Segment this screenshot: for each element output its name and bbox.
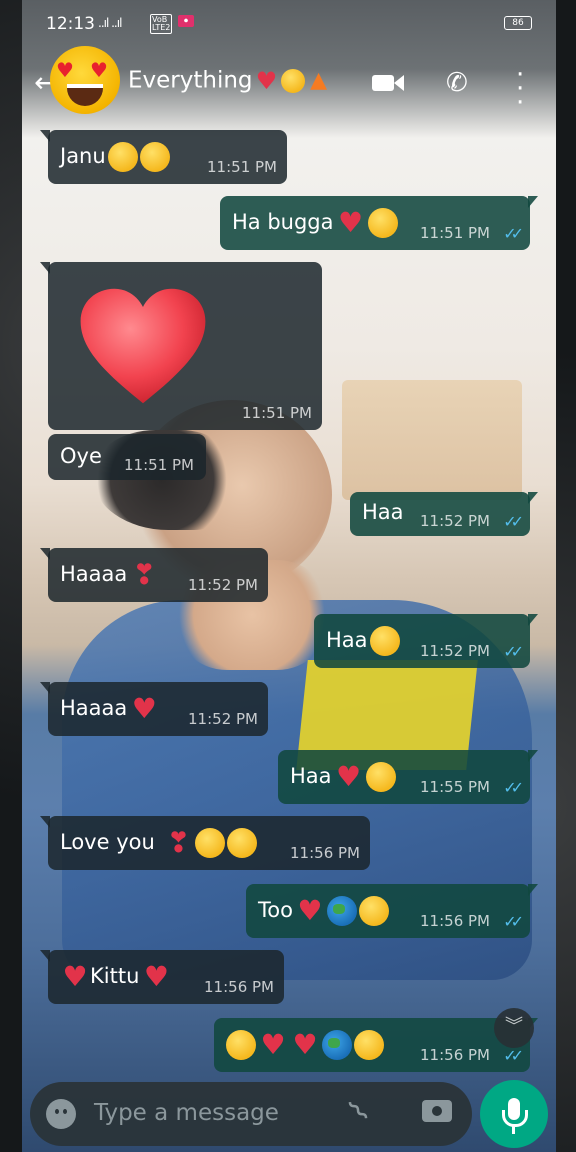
message-text: Haa [290, 764, 332, 788]
heart-icon: ♥ [297, 894, 323, 927]
read-ticks-icon: ✓✓ [503, 1046, 524, 1065]
message-incoming[interactable]: Janu 11:51 PM [40, 130, 287, 184]
face-blowing-kiss-icon [195, 828, 226, 858]
avatar[interactable]: ♥ ♥ [50, 46, 120, 114]
message-outgoing[interactable]: Too ♥ 11:56 PM ✓✓ [246, 884, 538, 938]
message-time: 11:52 PM [420, 512, 490, 530]
globe-icon [326, 896, 357, 926]
phone-icon[interactable]: ✆ [446, 68, 468, 98]
wallpaper-lamp [342, 380, 522, 500]
message-incoming[interactable]: Haaaa ♥ 11:52 PM [40, 682, 268, 736]
message-outgoing[interactable]: Haa 11:52 PM ✓✓ [350, 492, 538, 536]
read-ticks-icon: ✓✓ [503, 778, 524, 797]
message-text: Haaaa [60, 696, 128, 720]
contact-name[interactable]: Everything ♥ ▲ [128, 66, 331, 96]
heart-eyes-face-icon [367, 208, 398, 238]
message-time: 11:52 PM [188, 710, 258, 728]
more-vertical-icon[interactable]: · · · [516, 62, 524, 116]
message-time: 11:51 PM [420, 224, 490, 242]
fire-icon: ▲ [310, 68, 327, 93]
message-time: 11:56 PM [204, 978, 274, 996]
message-time: 11:56 PM [290, 844, 360, 862]
heart-exclamation-icon: ❣ [166, 826, 191, 859]
smile-mouth [67, 84, 103, 106]
emoji-icon[interactable] [46, 1099, 76, 1129]
message-text: Too [258, 898, 293, 922]
heart-icon: ♥ [255, 67, 278, 95]
camera-icon[interactable] [422, 1100, 452, 1122]
message-composer: Type a message ⌇ [30, 1082, 472, 1146]
contact-name-text: Everything [128, 67, 253, 94]
chat-header: ← ♥ ♥ Everything ♥ ▲ ✆ · · · [0, 46, 576, 118]
message-text: Haaaa [60, 562, 128, 586]
face-with-hand-over-mouth-icon [369, 626, 400, 656]
message-outgoing[interactable]: Haa ♥ 11:55 PM ✓✓ [278, 750, 538, 804]
heart-icon: ♥ [337, 206, 364, 239]
microphone-leg [512, 1126, 515, 1134]
heart-icon: ♥ [292, 1028, 318, 1061]
screen-record-icon: ⏺ [178, 15, 194, 27]
message-time: 11:52 PM [188, 576, 258, 594]
message-text: Kittu [90, 964, 140, 988]
signal-icon: ..ıl ..ıl [98, 16, 122, 30]
face-blowing-kiss-icon [226, 1030, 256, 1060]
message-time: 11:51 PM [242, 404, 312, 422]
heart-exclamation-icon: ❣ [132, 558, 156, 591]
message-incoming[interactable]: Love you ❣ 11:56 PM [40, 816, 370, 870]
message-time: 11:56 PM [420, 912, 490, 930]
message-time: 11:56 PM [420, 1046, 490, 1064]
smiling-face-with-hearts-icon [139, 142, 170, 172]
message-text: Ha bugga [232, 210, 334, 234]
heart-eye-icon: ♥ [90, 58, 108, 82]
read-ticks-icon: ✓✓ [503, 224, 524, 243]
battery-icon: 86 [504, 16, 532, 30]
status-bar: 12:13 ..ıl ..ıl VoB LTE2 ⏺ 86 [0, 0, 576, 46]
face-blowing-kiss-icon [354, 1030, 384, 1060]
read-ticks-icon: ✓✓ [503, 642, 524, 661]
microphone-button[interactable] [480, 1080, 548, 1148]
paperclip-icon[interactable]: ⌇ [342, 1094, 377, 1129]
heart-icon: ♥ [260, 1028, 286, 1061]
message-time: 11:52 PM [420, 642, 490, 660]
read-ticks-icon: ✓✓ [503, 512, 524, 531]
globe-icon [322, 1030, 352, 1060]
volte-icon: VoB LTE2 [150, 14, 173, 34]
face-blowing-kiss-icon [358, 896, 389, 926]
face-with-hand-over-mouth-icon [365, 762, 396, 792]
status-time: 12:13 [46, 14, 95, 34]
face-blowing-kiss-icon [107, 142, 138, 172]
heart-icon: ♥ [62, 960, 88, 993]
message-incoming-sticker[interactable]: 11:51 PM [40, 262, 322, 430]
message-input[interactable]: Type a message [94, 1100, 279, 1126]
read-ticks-icon: ✓✓ [503, 912, 524, 931]
message-text: Janu [60, 144, 106, 168]
microphone-stand [502, 1110, 528, 1127]
chevron-double-down-icon[interactable]: ︾ [494, 1008, 534, 1048]
message-text: Love you [60, 830, 155, 854]
message-text: Haa [326, 628, 368, 652]
video-call-icon[interactable] [372, 68, 404, 96]
smiling-face-with-hearts-icon [280, 69, 305, 93]
message-text: Haa [362, 500, 404, 524]
message-outgoing[interactable]: ♥ ♥ 11:56 PM ✓✓ [214, 1018, 538, 1072]
message-text: Oye [60, 444, 102, 468]
message-time: 11:55 PM [420, 778, 490, 796]
beating-heart-icon: ♥ [131, 692, 157, 725]
heart-eye-icon: ♥ [56, 58, 74, 82]
heart-icon: ♥ [335, 760, 362, 793]
smiling-face-with-hearts-icon [227, 828, 258, 858]
heart-icon: ♥ [143, 960, 169, 993]
message-time: 11:51 PM [207, 158, 277, 176]
message-time: 11:51 PM [124, 456, 194, 474]
message-incoming[interactable]: Haaaa ❣ 11:52 PM [40, 548, 268, 602]
message-incoming[interactable]: Oye 11:51 PM [48, 434, 206, 480]
big-red-heart-icon [80, 288, 206, 404]
message-outgoing[interactable]: Ha bugga ♥ 11:51 PM ✓✓ [220, 196, 538, 250]
message-incoming[interactable]: ♥ Kittu ♥ 11:56 PM [40, 950, 284, 1004]
message-outgoing[interactable]: Haa 11:52 PM ✓✓ [314, 614, 538, 668]
